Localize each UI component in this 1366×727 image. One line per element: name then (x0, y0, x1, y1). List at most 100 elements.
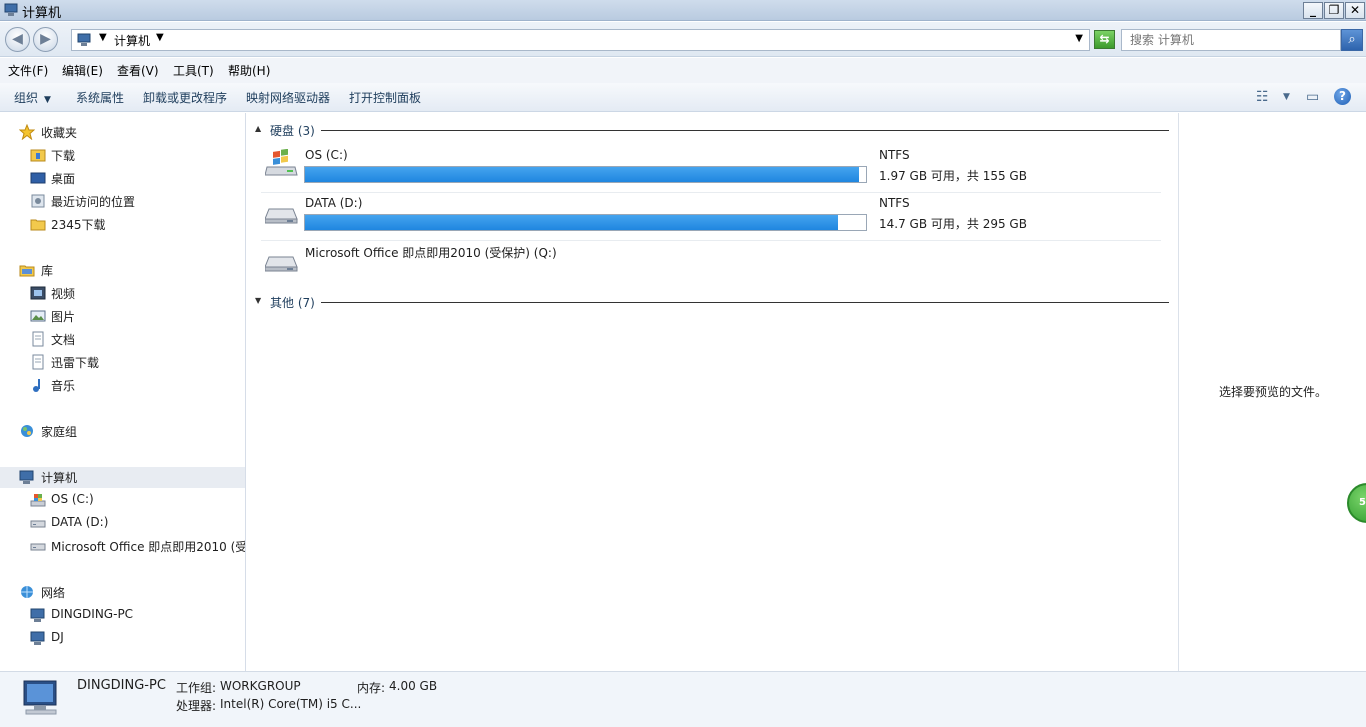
recent-places-icon (31, 194, 45, 208)
nav-item-label: DINGDING-PC (51, 607, 134, 621)
nav-item-label: DJ (51, 630, 64, 644)
drive-filesystem: NTFS (879, 196, 910, 210)
nav-item-label: 文档 (51, 333, 76, 347)
memory-label: 内存: (357, 681, 386, 695)
uninstall-program-button[interactable]: 卸载或更改程序 (143, 89, 227, 106)
nav-item-drive-q[interactable]: Microsoft Office 即点即用2010 (受 (0, 536, 246, 557)
nav-favorites-label: 收藏夹 (41, 126, 78, 140)
menu-bar: 文件(F) 编辑(E) 查看(V) 工具(T) 帮助(H) (0, 58, 1366, 83)
nav-item-label: 图片 (51, 310, 76, 324)
breadcrumb-computer[interactable]: 计算机 (114, 32, 150, 49)
nav-libraries[interactable]: 库 (0, 260, 245, 281)
nav-item-music[interactable]: 音乐 (0, 375, 245, 396)
nav-item-thunder-downloads[interactable]: 迅雷下载 (0, 352, 245, 373)
drive-item-c[interactable]: OS (C:) NTFS 1.97 GB 可用，共 155 GB (261, 145, 1161, 191)
drive-name: Microsoft Office 即点即用2010 (受保护) (Q:) (305, 246, 557, 260)
drive-item-q[interactable]: Microsoft Office 即点即用2010 (受保护) (Q:) (261, 241, 1161, 287)
menu-view[interactable]: 查看(V) (117, 62, 159, 79)
organize-label: 组织 (14, 91, 39, 105)
open-control-panel-button[interactable]: 打开控制面板 (349, 89, 421, 106)
chevron-down-icon: ▼ (44, 95, 51, 105)
nav-item-drive-d[interactable]: DATA (D:) (0, 513, 245, 534)
network-icon (21, 586, 33, 598)
nav-item-2345-downloads[interactable]: 2345下载 (0, 214, 245, 235)
collapse-triangle-icon[interactable]: ▲ (255, 124, 261, 133)
nav-network[interactable]: 网络 (0, 582, 245, 603)
menu-help[interactable]: 帮助(H) (228, 62, 270, 79)
document-icon (32, 354, 44, 370)
preview-pane-icon[interactable]: ▭ (1306, 89, 1319, 105)
address-box[interactable]: ▼ 计算机 ▼ ▼ (71, 29, 1090, 51)
hard-drive-icon (265, 256, 298, 272)
preview-message: 选择要预览的文件。 (1219, 385, 1328, 399)
nav-item-label: Microsoft Office 即点即用2010 (受 (51, 540, 246, 554)
close-button[interactable]: ✕ (1345, 2, 1365, 19)
forward-button[interactable]: ▶ (33, 27, 58, 52)
change-view-icon[interactable]: ☷ (1256, 89, 1269, 105)
downloads-folder-icon (30, 149, 46, 162)
minimize-button[interactable]: _ (1303, 2, 1323, 19)
command-bar: 组织 ▼ 系统属性 卸载或更改程序 映射网络驱动器 打开控制面板 ☷ ▼ ▭ (0, 83, 1366, 112)
group-title: 硬盘 (3) (270, 124, 315, 138)
menu-tools[interactable]: 工具(T) (173, 62, 214, 79)
memory-value: 4.00 GB (389, 679, 438, 693)
music-note-icon (33, 379, 40, 392)
nav-item-documents[interactable]: 文档 (0, 329, 245, 350)
pc-name: DINGDING-PC (77, 678, 166, 693)
refresh-button[interactable]: ⇆ (1094, 30, 1115, 49)
nav-item-recent-places[interactable]: 最近访问的位置 (0, 191, 245, 212)
map-network-drive-button[interactable]: 映射网络驱动器 (246, 89, 330, 106)
system-properties-button[interactable]: 系统属性 (76, 89, 124, 106)
nav-computer-label: 计算机 (41, 471, 78, 485)
computer-icon (77, 33, 91, 46)
drive-free-space: 14.7 GB 可用，共 295 GB (879, 217, 1027, 231)
drive-usage-fill (305, 215, 838, 230)
nav-homegroup[interactable]: 家庭组 (0, 421, 245, 442)
maximize-button[interactable]: ❐ (1324, 2, 1344, 19)
desktop-icon (30, 172, 46, 184)
nav-item-videos[interactable]: 视频 (0, 283, 245, 304)
view-options-chevron-icon[interactable]: ▼ (1283, 92, 1290, 102)
nav-item-downloads[interactable]: 下载 (0, 145, 245, 166)
nav-favorites[interactable]: 收藏夹 (0, 122, 245, 143)
group-divider (321, 130, 1169, 131)
breadcrumb-chevron-icon[interactable]: ▼ (156, 32, 164, 43)
picture-icon (30, 310, 46, 322)
menu-file[interactable]: 文件(F) (8, 62, 48, 79)
computer-icon (30, 608, 45, 622)
organize-button[interactable]: 组织 ▼ (14, 89, 51, 106)
nav-computer[interactable]: 计算机 (0, 467, 245, 488)
workgroup-label: 工作组: (176, 681, 217, 695)
nav-item-label: 音乐 (51, 379, 76, 393)
address-toolbar: ◀ ▶ ▼ 计算机 ▼ ▼ ⇆ ⌕ (0, 22, 1366, 57)
nav-item-drive-c[interactable]: OS (C:) (0, 490, 245, 511)
breadcrumb-chevron-icon[interactable]: ▼ (99, 32, 107, 43)
address-history-dropdown-icon[interactable]: ▼ (1075, 33, 1083, 44)
nav-item-label: OS (C:) (51, 492, 94, 506)
nav-item-pictures[interactable]: 图片 (0, 306, 245, 327)
nav-item-dingding-pc[interactable]: DINGDING-PC (0, 605, 245, 626)
nav-item-label: 迅雷下载 (51, 356, 100, 370)
search-icon[interactable]: ⌕ (1341, 29, 1363, 51)
navigation-pane: 收藏夹 下载 桌面 最近访问的位置 2345下载 库 视频 图片 文档 迅雷下载… (0, 113, 246, 671)
expand-triangle-icon[interactable]: ▼ (255, 296, 261, 305)
computer-icon (19, 470, 34, 484)
search-box[interactable] (1121, 29, 1341, 51)
computer-icon (23, 680, 57, 715)
menu-edit[interactable]: 编辑(E) (62, 62, 103, 79)
nav-item-label: 下载 (51, 149, 76, 163)
drive-name: OS (C:) (305, 148, 348, 162)
help-button[interactable]: ? (1334, 88, 1351, 105)
library-icon (19, 265, 35, 277)
folder-icon (30, 219, 46, 231)
drive-name: DATA (D:) (305, 196, 363, 210)
nav-item-dj[interactable]: DJ (0, 628, 245, 649)
search-input[interactable] (1122, 30, 1340, 50)
nav-item-label: 2345下载 (51, 218, 106, 232)
nav-homegroup-label: 家庭组 (41, 425, 78, 439)
nav-item-desktop[interactable]: 桌面 (0, 168, 245, 189)
drive-usage-bar (304, 166, 867, 183)
back-button[interactable]: ◀ (5, 27, 30, 52)
hard-drive-icon (30, 520, 46, 528)
drive-item-d[interactable]: DATA (D:) NTFS 14.7 GB 可用，共 295 GB (261, 193, 1161, 239)
